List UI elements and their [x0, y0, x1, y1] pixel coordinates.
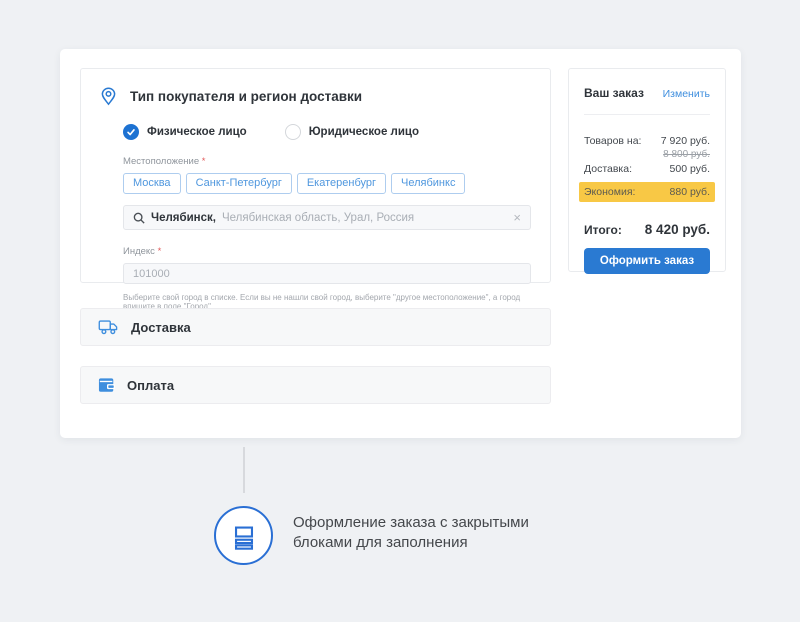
location-pin-icon — [98, 86, 119, 107]
index-input[interactable] — [123, 263, 531, 284]
order-title: Ваш заказ — [584, 86, 644, 100]
section-payment-label: Оплата — [127, 378, 174, 393]
search-city-value: Челябинск, — [151, 212, 216, 224]
radio-individual[interactable]: Физическое лицо — [123, 124, 247, 140]
submit-order-button[interactable]: Оформить заказ — [584, 248, 710, 274]
order-total-row: Итого: 8 420 руб. — [584, 222, 710, 237]
checkout-card: Тип покупателя и регион доставки Физичес… — [60, 49, 741, 438]
section-delivery-label: Доставка — [131, 320, 191, 335]
city-chip-ekb[interactable]: Екатеренбург — [297, 173, 386, 194]
total-label: Итого: — [584, 223, 622, 237]
buyer-type-radios: Физическое лицо Юридическое лицо — [123, 124, 550, 140]
edit-order-link[interactable]: Изменить — [663, 88, 710, 100]
radio-legal[interactable]: Юридическое лицо — [285, 124, 419, 140]
order-row-savings: Экономия: 880 руб. — [579, 182, 715, 202]
order-header: Ваш заказ Изменить — [584, 86, 710, 100]
total-value: 8 420 руб. — [645, 222, 710, 237]
radio-checked-icon[interactable] — [123, 124, 139, 140]
panel-header: Тип покупателя и регион доставки — [81, 69, 550, 107]
delivery-value: 500 руб. — [670, 163, 710, 175]
required-asterisk: * — [202, 156, 206, 167]
order-summary-panel: Ваш заказ Изменить Товаров на: 7 920 руб… — [568, 68, 726, 272]
clear-icon[interactable]: × — [513, 211, 521, 224]
divider — [584, 114, 710, 115]
city-chip-chel[interactable]: Челябинкс — [391, 173, 465, 194]
city-chip-moscow[interactable]: Москва — [123, 173, 181, 194]
items-old-value: 8 800 руб. — [584, 149, 710, 160]
section-payment[interactable]: Оплата — [80, 366, 551, 404]
order-rows: Товаров на: 7 920 руб. 8 800 руб. Достав… — [584, 135, 710, 202]
index-label-text: Индекс — [123, 246, 155, 257]
order-row-delivery: Доставка: 500 руб. — [584, 163, 710, 175]
location-label-text: Местоположение — [123, 156, 199, 167]
items-value: 7 920 руб. — [661, 135, 710, 147]
panel-title: Тип покупателя и регион доставки — [130, 89, 362, 104]
search-region-value: Челябинская область, Урал, Россия — [222, 212, 414, 224]
wallet-icon — [98, 377, 116, 394]
search-icon — [133, 212, 145, 224]
closed-blocks-icon — [214, 506, 273, 565]
radio-individual-label: Физическое лицо — [147, 126, 247, 138]
order-row-items: Товаров на: 7 920 руб. — [584, 135, 710, 147]
legend-caption: Оформление заказа с закрытыми блоками дл… — [293, 513, 538, 553]
required-asterisk: * — [158, 246, 162, 257]
city-chip-spb[interactable]: Санкт-Петербург — [186, 173, 292, 194]
delivery-label: Доставка: — [584, 163, 632, 175]
location-label: Местоположение * — [123, 156, 550, 167]
savings-value: 880 руб. — [670, 186, 710, 198]
radio-legal-label: Юридическое лицо — [309, 126, 419, 138]
radio-unchecked-icon[interactable] — [285, 124, 301, 140]
buyer-region-panel: Тип покупателя и регион доставки Физичес… — [80, 68, 551, 283]
city-chips: Москва Санкт-Петербург Екатеренбург Челя… — [123, 173, 550, 194]
connector-line — [243, 447, 245, 493]
truck-icon — [98, 318, 120, 336]
city-search-input[interactable]: Челябинск, Челябинская область, Урал, Ро… — [123, 205, 531, 230]
savings-label: Экономия: — [584, 186, 635, 198]
index-label: Индекс * — [123, 246, 550, 257]
section-delivery[interactable]: Доставка — [80, 308, 551, 346]
items-label: Товаров на: — [584, 135, 641, 147]
